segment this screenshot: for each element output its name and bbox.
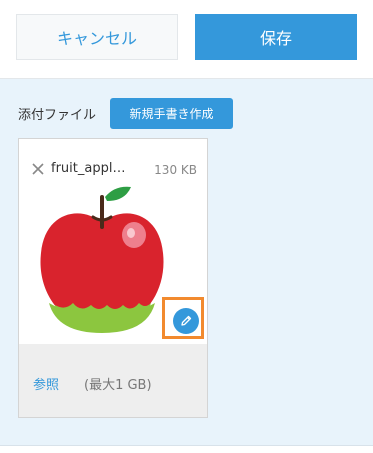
edit-button-highlight	[162, 297, 204, 339]
save-button[interactable]: 保存	[195, 14, 357, 60]
attachment-label: 添付ファイル	[18, 108, 97, 123]
cancel-button[interactable]: キャンセル	[16, 14, 178, 60]
close-icon[interactable]	[31, 162, 45, 176]
action-bar: キャンセル 保存	[0, 0, 373, 79]
edit-image-button[interactable]	[173, 308, 199, 334]
file-card: fruit_appl… 130 KB 参照 (最大1 GB)	[18, 138, 208, 418]
apple-thumbnail[interactable]	[27, 183, 177, 341]
page: キャンセル 保存 添付ファイル 新規手書き作成 fruit_appl… 130 …	[0, 0, 373, 453]
new-handwriting-button[interactable]: 新規手書き作成	[110, 98, 233, 129]
max-size-note: (最大1 GB)	[84, 378, 152, 393]
file-preview-area: fruit_appl… 130 KB	[19, 139, 207, 344]
browse-link[interactable]: 参照	[33, 374, 59, 393]
file-name[interactable]: fruit_appl…	[51, 161, 135, 176]
file-size: 130 KB	[154, 163, 197, 177]
pencil-icon	[181, 315, 192, 326]
attachment-panel: 添付ファイル 新規手書き作成 fruit_appl… 130 KB 参照 (最大…	[0, 79, 373, 445]
bottom-divider	[0, 445, 373, 453]
